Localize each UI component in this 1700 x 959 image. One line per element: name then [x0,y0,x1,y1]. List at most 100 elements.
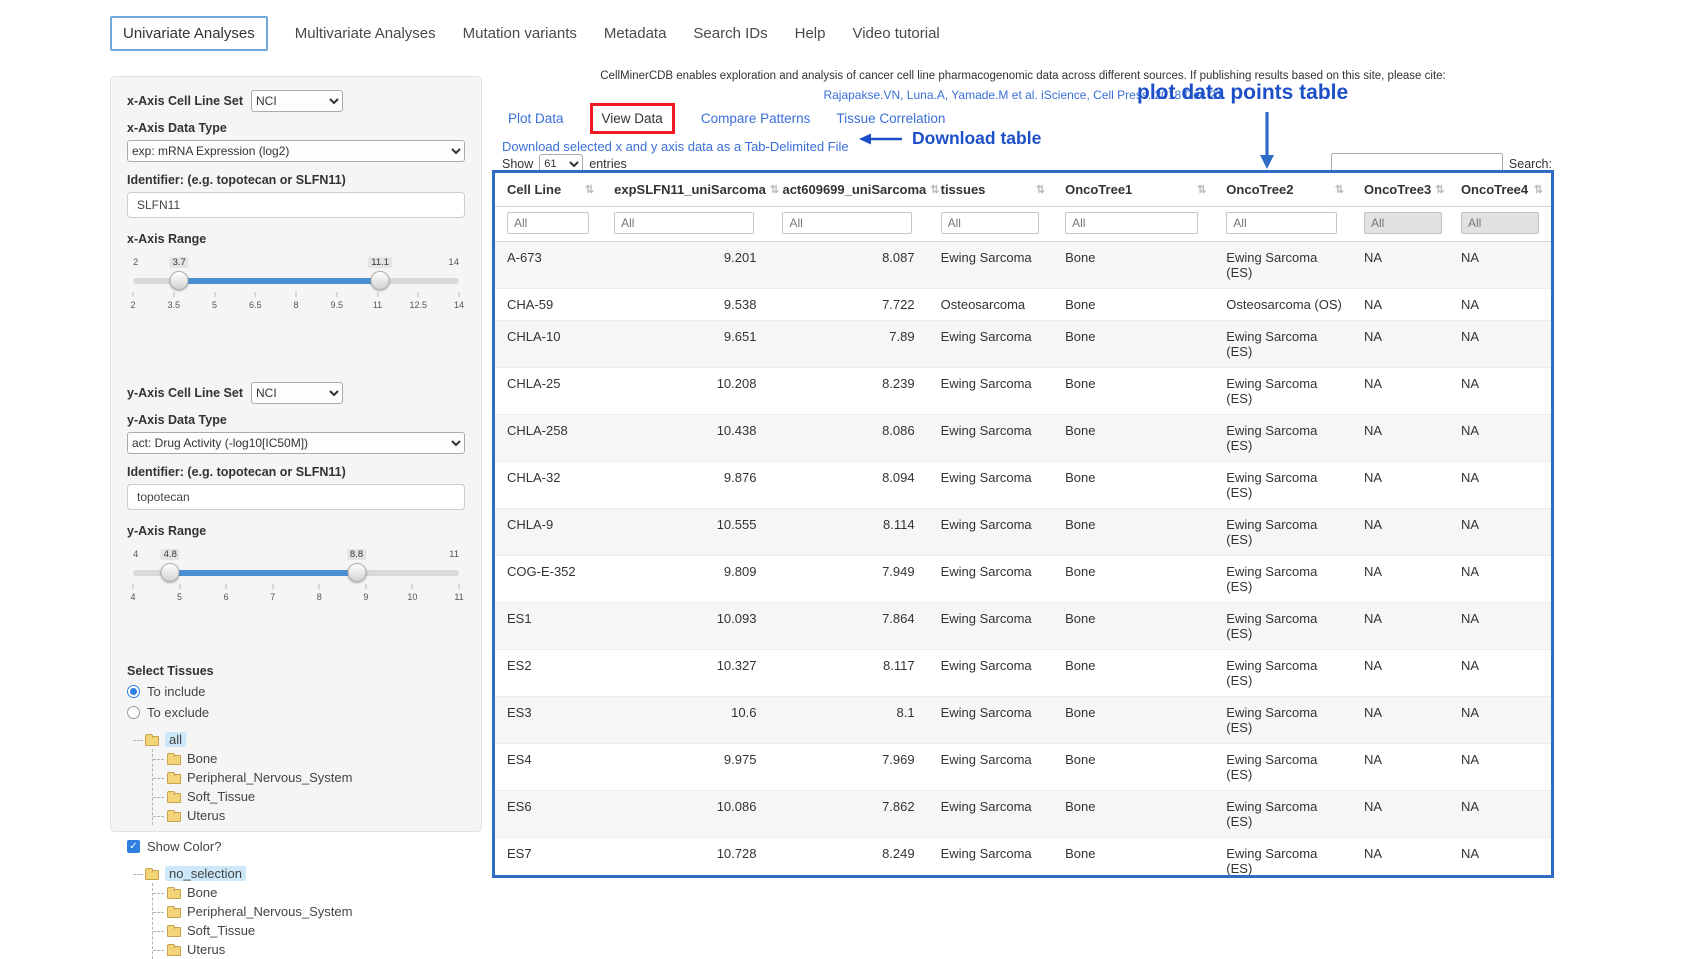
left-arrow-icon [858,132,904,146]
column-filter-input[interactable] [1226,212,1337,234]
sort-icon[interactable]: ⇅ [770,183,779,196]
y-range-label: y-Axis Range [127,524,465,538]
table-row[interactable]: CHLA-329.8768.094Ewing SarcomaBoneEwing … [495,462,1551,509]
y-cell-line-set-select[interactable]: NCI [251,382,343,404]
column-filter-input[interactable] [941,212,1039,234]
nav-item-help[interactable]: Help [795,25,826,42]
column-header-expslfn11_unisarcoma[interactable]: expSLFN11_uniSarcoma⇅ [602,173,770,207]
nav-item-video-tutorial[interactable]: Video tutorial [852,25,939,42]
table-row[interactable]: CHLA-109.6517.89Ewing SarcomaBoneEwing S… [495,321,1551,368]
y-identifier-input[interactable] [127,484,465,510]
tab-plot-data[interactable]: Plot Data [508,111,564,126]
table-row[interactable]: CHLA-2510.2088.239Ewing SarcomaBoneEwing… [495,368,1551,415]
tab-tissue-correlation[interactable]: Tissue Correlation [836,111,945,126]
column-header-cell-line[interactable]: Cell Line⇅ [495,173,602,207]
nav-item-metadata[interactable]: Metadata [604,25,667,42]
table-row[interactable]: ES49.9757.969Ewing SarcomaBoneEwing Sarc… [495,744,1551,791]
tree-item[interactable]: Soft_Tissue [153,787,465,806]
y-cell-line-set-label: y-Axis Cell Line Set [127,386,243,400]
show-color-checkbox[interactable]: ✓ Show Color? [127,839,465,854]
column-header-oncotree3[interactable]: OncoTree3⇅ [1352,173,1449,207]
citation-line-1: CellMinerCDB enables exploration and ana… [492,70,1554,82]
sort-icon[interactable]: ⇅ [1197,183,1206,196]
tissue-include-radio[interactable]: To include [127,684,465,699]
tab-view-data[interactable]: View Data [590,103,675,134]
slider-handle-to[interactable] [371,271,390,290]
table-header-row: Cell Line⇅expSLFN11_uniSarcoma⇅act609699… [495,173,1551,207]
tree-item[interactable]: Uterus [153,940,465,959]
nav-item-multivariate-analyses[interactable]: Multivariate Analyses [295,25,436,42]
column-header-oncotree1[interactable]: OncoTree1⇅ [1053,173,1214,207]
slider-from-label: 3.7 [170,257,189,268]
column-filter-input[interactable] [1461,212,1539,234]
tissue-exclude-radio[interactable]: To exclude [127,705,465,720]
table-row[interactable]: A-6739.2018.087Ewing SarcomaBoneEwing Sa… [495,242,1551,289]
x-identifier-input[interactable] [127,192,465,218]
tree-item[interactable]: Bone [153,883,465,902]
x-range-label: x-Axis Range [127,232,465,246]
tree-item-label: Peripheral_Nervous_System [187,904,352,919]
slider-to-label: 11.1 [368,257,392,268]
tree-item[interactable]: Peripheral_Nervous_System [153,902,465,921]
table-row[interactable]: CHLA-25810.4388.086Ewing SarcomaBoneEwin… [495,415,1551,462]
tree-item-label: Bone [187,885,217,900]
table-row[interactable]: ES610.0867.862Ewing SarcomaBoneEwing Sar… [495,791,1551,838]
table-row[interactable]: CHLA-910.5558.114Ewing SarcomaBoneEwing … [495,509,1551,556]
tree-item[interactable]: Peripheral_Nervous_System [153,768,465,787]
x-identifier-label: Identifier: (e.g. topotecan or SLFN11) [127,173,465,187]
column-filter-input[interactable] [782,212,912,234]
slider-handle-from[interactable] [161,563,180,582]
sort-icon[interactable]: ⇅ [1036,183,1045,196]
column-header-oncotree2[interactable]: OncoTree2⇅ [1214,173,1352,207]
sort-icon[interactable]: ⇅ [930,183,939,196]
table-row[interactable]: CHA-599.5387.722OsteosarcomaBoneOsteosar… [495,289,1551,321]
x-data-type-select[interactable]: exp: mRNA Expression (log2) [127,140,465,162]
download-link[interactable]: Download selected x and y axis data as a… [502,139,849,154]
top-nav: Univariate Analyses Multivariate Analyses… [110,14,940,52]
nav-item-search-ids[interactable]: Search IDs [693,25,767,42]
sort-icon[interactable]: ⇅ [1435,183,1444,196]
column-filter-input[interactable] [507,212,589,234]
y-axis-range-slider[interactable]: 4114.88.84567891011 [133,562,459,620]
slider-handle-to[interactable] [347,563,366,582]
x-data-type-label: x-Axis Data Type [127,121,465,135]
tissue-tree-color: no_selection Bone Peripheral_Nervous_Syste… [131,864,465,959]
table-row[interactable]: ES710.7288.249Ewing SarcomaBoneEwing Sar… [495,838,1551,879]
tree-item[interactable]: Bone [153,749,465,768]
tissue-include-label: To include [147,684,206,699]
table-row[interactable]: COG-E-3529.8097.949Ewing SarcomaBoneEwin… [495,556,1551,603]
table-row[interactable]: ES110.0937.864Ewing SarcomaBoneEwing Sar… [495,603,1551,650]
column-filter-input[interactable] [1065,212,1198,234]
sort-icon[interactable]: ⇅ [585,183,594,196]
show-label: Show [502,157,533,171]
show-color-label: Show Color? [147,839,221,854]
tree-item-label: Peripheral_Nervous_System [187,770,352,785]
slider-track[interactable] [133,570,459,576]
slider-handle-from[interactable] [170,271,189,290]
nav-item-univariate-analyses[interactable]: Univariate Analyses [110,16,268,51]
data-table: Cell Line⇅expSLFN11_uniSarcoma⇅act609699… [495,173,1551,878]
column-header-oncotree4[interactable]: OncoTree4⇅ [1449,173,1551,207]
tree-item[interactable]: Uterus [153,806,465,825]
slider-tick-grid: 23.556.589.51112.514 [133,290,459,314]
table-row[interactable]: ES310.68.1Ewing SarcomaBoneEwing Sarcoma… [495,697,1551,744]
sort-icon[interactable]: ⇅ [1534,183,1543,196]
folder-icon [167,908,181,918]
x-cell-line-set-select[interactable]: NCI [251,90,343,112]
citation-line-2[interactable]: Rajapakse.VN, Luna.A, Yamade.M et al. iS… [492,88,1554,102]
sort-icon[interactable]: ⇅ [1335,183,1344,196]
tree-root-label[interactable]: no_selection [165,866,246,881]
tree-item[interactable]: Soft_Tissue [153,921,465,940]
folder-icon [167,889,181,899]
y-data-type-select[interactable]: act: Drug Activity (-log10[IC50M]) [127,432,465,454]
column-header-act609699_unisarcoma[interactable]: act609699_uniSarcoma⇅ [770,173,928,207]
nav-item-mutation-variants[interactable]: Mutation variants [463,25,577,42]
column-header-tissues[interactable]: tissues⇅ [929,173,1053,207]
sidebar-panel: x-Axis Cell Line Set NCI x-Axis Data Typ… [110,76,482,832]
table-row[interactable]: ES210.3278.117Ewing SarcomaBoneEwing Sar… [495,650,1551,697]
column-filter-input[interactable] [1364,212,1442,234]
tree-root-label[interactable]: all [165,732,186,747]
column-filter-input[interactable] [614,212,753,234]
tab-compare-patterns[interactable]: Compare Patterns [701,111,811,126]
x-axis-range-slider[interactable]: 2143.711.123.556.589.51112.514 [133,270,459,328]
